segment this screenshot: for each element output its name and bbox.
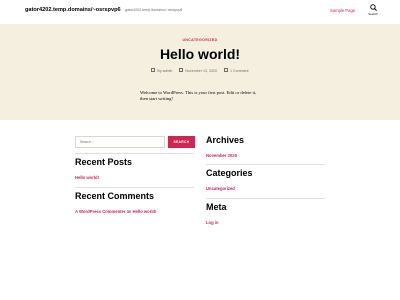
widget-divider (206, 164, 325, 165)
meta-login-link[interactable]: Log in (206, 220, 219, 225)
widget-divider (75, 187, 194, 188)
post-content: Welcome to WordPress. This is your first… (140, 90, 257, 102)
post-title[interactable]: Hello world! (0, 46, 400, 62)
archive-link[interactable]: November 2020 (206, 153, 237, 158)
post-comments-label: 1 Comment (229, 68, 249, 73)
widget-divider (206, 198, 325, 199)
meta-title: Meta (206, 202, 227, 212)
post-date[interactable]: November 13, 2020 (179, 68, 217, 73)
recent-comments-title: Recent Comments (75, 191, 155, 201)
widget-divider (75, 153, 194, 154)
search-toggle-label: Search (368, 12, 378, 16)
post-comments[interactable]: 1 Comment (223, 68, 249, 73)
calendar-icon (179, 68, 184, 72)
search-button[interactable]: SEARCH (168, 136, 195, 148)
post-meta: By admin November 13, 2020 1 Comment (0, 68, 400, 73)
recent-posts-title: Recent Posts (75, 157, 133, 167)
categories-title: Categories (206, 168, 253, 178)
site-header: gator4202.temp.domains/~osrspvp6 gator42… (0, 0, 400, 24)
search-input[interactable] (75, 136, 165, 148)
user-icon (151, 68, 156, 72)
comment-post-link[interactable]: Hello world! (133, 209, 157, 214)
search-icon (369, 4, 377, 11)
post-author[interactable]: By admin (151, 68, 173, 73)
comment-author-link[interactable]: A WordPress Commenter (75, 209, 126, 214)
post-category-link[interactable]: UNCATEGORIZED (0, 38, 400, 42)
comment-on-text: on (126, 209, 132, 214)
recent-post-link[interactable]: Hello world! (75, 175, 99, 180)
category-link[interactable]: Uncategorized (206, 186, 235, 191)
site-title-link[interactable]: gator4202.temp.domains/~osrspvp6 (25, 7, 121, 13)
nav-item-sample-page[interactable]: Sample Page (330, 8, 355, 13)
search-form: SEARCH (75, 136, 195, 148)
post-author-label: By admin (157, 68, 173, 73)
post-date-label: November 13, 2020 (185, 68, 217, 73)
recent-comment-item: A WordPress Commenter on Hello world! (75, 209, 156, 214)
search-toggle-button[interactable]: Search (364, 4, 382, 20)
post-header: UNCATEGORIZED Hello world! By admin Nove… (0, 24, 400, 120)
comment-icon (223, 68, 228, 72)
archives-title: Archives (206, 135, 245, 145)
site-description: gator4202.temp.domains/~osrspvp6 (125, 8, 183, 12)
